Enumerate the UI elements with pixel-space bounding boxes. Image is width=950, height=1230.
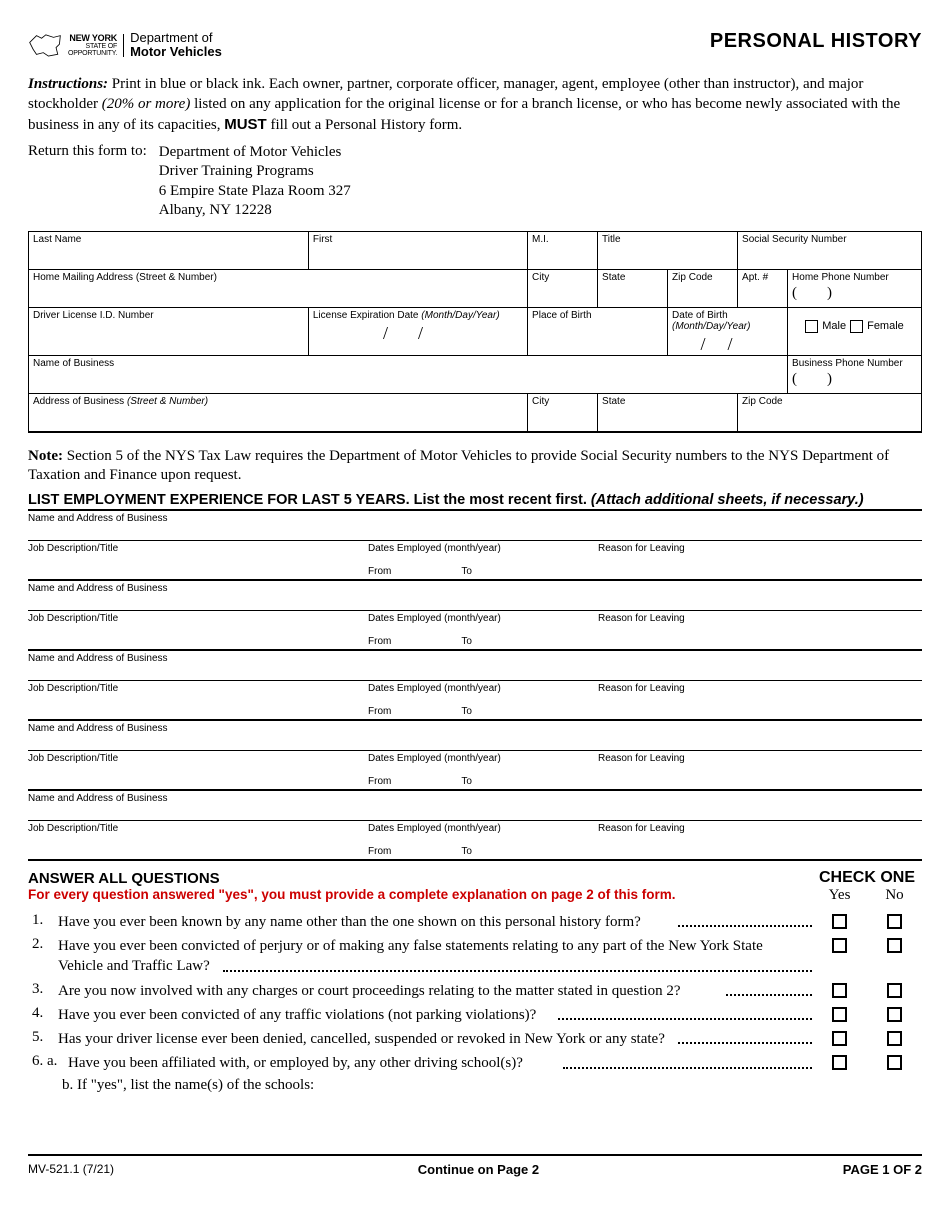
emp-dates-field[interactable]: Dates Employed (month/year)FromTo [368, 823, 598, 859]
yes-no-head: YesNo [812, 887, 922, 904]
page-number: PAGE 1 OF 2 [843, 1162, 922, 1177]
emp-job-title-field[interactable]: Job Description/Title [28, 543, 368, 579]
q3-no-checkbox[interactable] [887, 983, 902, 998]
personal-info-grid: Last Name First M.I. Title Social Securi… [28, 231, 922, 433]
q3-yes-checkbox[interactable] [832, 983, 847, 998]
ny-state-outline-icon [28, 30, 62, 60]
male-checkbox[interactable] [805, 320, 818, 333]
emp-reason-field[interactable]: Reason for Leaving [598, 613, 922, 649]
state-field[interactable]: State [598, 269, 668, 307]
apt-field[interactable]: Apt. # [738, 269, 788, 307]
biz-city-field[interactable]: City [528, 394, 598, 432]
dlid-field[interactable]: Driver License I.D. Number [29, 307, 309, 356]
q1-no-checkbox[interactable] [887, 914, 902, 929]
business-phone-field[interactable]: Business Phone Number( ) [788, 356, 922, 394]
employment-block: Name and Address of BusinessJob Descript… [28, 721, 922, 791]
question-4: 4. Have you ever been convicted of any t… [28, 1005, 922, 1025]
ssn-field[interactable]: Social Security Number [738, 231, 922, 269]
first-name-field[interactable]: First [308, 231, 527, 269]
header: NEW YORK STATE OF OPPORTUNITY. Departmen… [28, 30, 922, 60]
city-field[interactable]: City [528, 269, 598, 307]
note: Note: Section 5 of the NYS Tax Law requi… [28, 447, 922, 486]
emp-job-title-field[interactable]: Job Description/Title [28, 683, 368, 719]
emp-reason-field[interactable]: Reason for Leaving [598, 753, 922, 789]
employment-section-head: LIST EMPLOYMENT EXPERIENCE FOR LAST 5 YE… [28, 492, 922, 511]
female-checkbox[interactable] [850, 320, 863, 333]
emp-dates-field[interactable]: Dates Employed (month/year)FromTo [368, 543, 598, 579]
emp-reason-field[interactable]: Reason for Leaving [598, 543, 922, 579]
emp-name-addr-field[interactable]: Name and Address of Business [28, 581, 922, 611]
emp-name-addr-field[interactable]: Name and Address of Business [28, 511, 922, 541]
sex-field[interactable]: Male Female [788, 307, 922, 356]
q6-yes-checkbox[interactable] [832, 1055, 847, 1070]
home-phone-field[interactable]: Home Phone Number( ) [788, 269, 922, 307]
pob-field[interactable]: Place of Birth [528, 307, 668, 356]
form-title: PERSONAL HISTORY [710, 30, 922, 53]
employment-block: Name and Address of BusinessJob Descript… [28, 511, 922, 581]
q5-yes-checkbox[interactable] [832, 1031, 847, 1046]
emp-job-title-field[interactable]: Job Description/Title [28, 753, 368, 789]
emp-name-addr-field[interactable]: Name and Address of Business [28, 651, 922, 681]
business-address-field[interactable]: Address of Business (Street & Number) [29, 394, 528, 432]
answer-section-head: ANSWER ALL QUESTIONS CHECK ONE [28, 869, 922, 887]
license-exp-field[interactable]: License Expiration Date (Month/Day/Year)… [308, 307, 527, 356]
emp-reason-field[interactable]: Reason for Leaving [598, 683, 922, 719]
question-5: 5. Has your driver license ever been den… [28, 1029, 922, 1049]
q4-yes-checkbox[interactable] [832, 1007, 847, 1022]
employment-block: Name and Address of BusinessJob Descript… [28, 581, 922, 651]
mi-field[interactable]: M.I. [528, 231, 598, 269]
emp-dates-field[interactable]: Dates Employed (month/year)FromTo [368, 753, 598, 789]
zip-field[interactable]: Zip Code [668, 269, 738, 307]
employment-block: Name and Address of BusinessJob Descript… [28, 791, 922, 861]
return-address: Return this form to: Department of Motor… [28, 143, 922, 221]
biz-zip-field[interactable]: Zip Code [738, 394, 922, 432]
emp-name-addr-field[interactable]: Name and Address of Business [28, 721, 922, 751]
last-name-field[interactable]: Last Name [29, 231, 309, 269]
employment-block: Name and Address of BusinessJob Descript… [28, 651, 922, 721]
ny-text: NEW YORK STATE OF OPPORTUNITY. [68, 34, 124, 57]
dob-field[interactable]: Date of Birth (Month/Day/Year)// [668, 307, 788, 356]
home-address-field[interactable]: Home Mailing Address (Street & Number) [29, 269, 528, 307]
emp-job-title-field[interactable]: Job Description/Title [28, 823, 368, 859]
dept-name: Department of Motor Vehicles [130, 31, 222, 60]
red-instruction: For every question answered "yes", you m… [28, 887, 675, 902]
question-6b: b. If "yes", list the name(s) of the sch… [28, 1077, 922, 1094]
form-id: MV-521.1 (7/21) [28, 1162, 114, 1176]
footer: MV-521.1 (7/21) Continue on Page 2 PAGE … [28, 1154, 922, 1177]
biz-state-field[interactable]: State [598, 394, 738, 432]
emp-job-title-field[interactable]: Job Description/Title [28, 613, 368, 649]
q5-no-checkbox[interactable] [887, 1031, 902, 1046]
business-name-field[interactable]: Name of Business [29, 356, 788, 394]
question-1: 1. Have you ever been known by any name … [28, 912, 922, 932]
q2-yes-checkbox[interactable] [832, 938, 847, 953]
q4-no-checkbox[interactable] [887, 1007, 902, 1022]
emp-dates-field[interactable]: Dates Employed (month/year)FromTo [368, 683, 598, 719]
title-field[interactable]: Title [598, 231, 738, 269]
emp-name-addr-field[interactable]: Name and Address of Business [28, 791, 922, 821]
agency-logo: NEW YORK STATE OF OPPORTUNITY. Departmen… [28, 30, 222, 60]
emp-dates-field[interactable]: Dates Employed (month/year)FromTo [368, 613, 598, 649]
q2-no-checkbox[interactable] [887, 938, 902, 953]
q1-yes-checkbox[interactable] [832, 914, 847, 929]
emp-reason-field[interactable]: Reason for Leaving [598, 823, 922, 859]
continue-text: Continue on Page 2 [418, 1162, 539, 1177]
q6-no-checkbox[interactable] [887, 1055, 902, 1070]
question-3: 3. Are you now involved with any charges… [28, 981, 922, 1001]
page: NEW YORK STATE OF OPPORTUNITY. Departmen… [0, 0, 950, 1192]
question-2: 2. Have you ever been convicted of perju… [28, 936, 922, 977]
instructions: Instructions: Print in blue or black ink… [28, 74, 922, 135]
question-6a: 6. a. Have you been affiliated with, or … [28, 1053, 922, 1073]
